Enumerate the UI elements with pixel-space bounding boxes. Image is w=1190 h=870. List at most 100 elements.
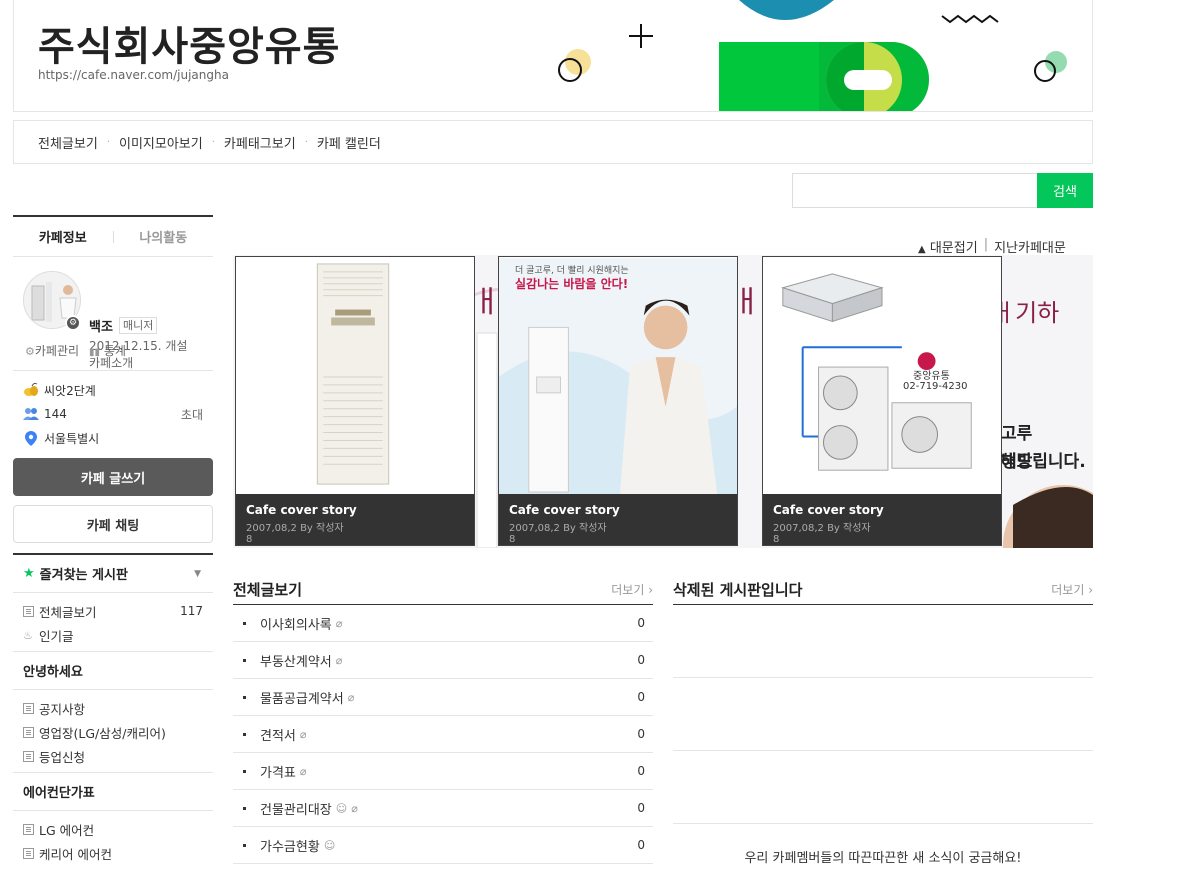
dealer-name: 중앙유통	[913, 371, 950, 382]
past-cover-link[interactable]: 지난카페대문	[994, 237, 1066, 256]
tab-cafe-info[interactable]: 카페정보	[13, 217, 113, 256]
table-row[interactable]: 이사회의사록 ⌀ 0	[233, 605, 653, 642]
board-post-count: 117	[180, 604, 203, 618]
post-title[interactable]: 부동산계약서	[260, 651, 332, 670]
menu-separator: ·	[304, 136, 308, 148]
cafe-menu-bar: 전체글보기 · 이미지모아보기 · 카페태그보기 · 카페 캘린더	[13, 120, 1093, 164]
table-row[interactable]: 물품공급계약서 ⌀ 0	[233, 679, 653, 716]
menu-all-posts[interactable]: 전체글보기	[38, 133, 98, 152]
board-carrier-aircon[interactable]: 케리어 에어컨	[13, 841, 213, 865]
manager-name[interactable]: 백조	[89, 316, 113, 335]
cover-card-title: Cafe cover story	[773, 503, 884, 517]
stats-link[interactable]: ▮▮ 통계	[89, 342, 126, 359]
cafe-chat-button[interactable]: 카페 채팅	[13, 505, 213, 543]
cover-card-title: Cafe cover story	[246, 503, 357, 517]
star-icon: ★	[23, 566, 35, 581]
cover-card-caption: Cafe cover story 2007,08,2 By 작성자 8	[236, 494, 474, 545]
fold-cover-link[interactable]: ▲ 대문접기	[918, 237, 978, 256]
form-icon	[23, 750, 34, 762]
post-title[interactable]: 물품공급계약서	[260, 688, 344, 707]
cover-card-title: Cafe cover story	[509, 503, 620, 517]
cover-card[interactable]: Cafe cover story 2007,08,2 By 작성자 8	[235, 256, 475, 546]
board-icon	[23, 726, 34, 738]
board-popular[interactable]: ♨ 인기글	[13, 623, 213, 647]
dealer-phone: 02-719-4230	[903, 381, 968, 392]
table-row[interactable]: 가수금현황 ☺ 0	[233, 827, 653, 864]
board-levelup[interactable]: 등업신청	[13, 744, 213, 768]
chevron-right-icon: ›	[648, 583, 653, 597]
empty-row	[673, 678, 1093, 751]
tab-my-activity[interactable]: 나의활동	[114, 217, 214, 256]
more-link[interactable]: 더보기 ›	[1051, 581, 1093, 598]
invite-link[interactable]: 초대	[181, 406, 203, 423]
cover-card[interactable]: 중앙유통 02-719-4230 Cafe cover story 2007,0…	[762, 256, 1002, 546]
cafe-manage-link[interactable]: ⚙카페관리	[25, 342, 79, 359]
cover-card-number: 8	[246, 534, 253, 545]
sidebar-boards: ★ 즐겨찾는 게시판 ▼ 전체글보기 117 ♨ 인기글 안녕하세요 공지사항 …	[13, 553, 213, 869]
cover-script-text: ㅐ기하	[993, 299, 1060, 327]
more-link[interactable]: 더보기 ›	[611, 581, 653, 598]
deleted-board: 삭제된 게시판입니다 더보기 › 우리 카페멤버들의 따끈따끈한 새 소식이 궁…	[673, 575, 1093, 866]
bullet	[243, 732, 246, 736]
board-title: 삭제된 게시판입니다	[673, 581, 803, 599]
board-all-posts[interactable]: 전체글보기 117	[13, 599, 213, 623]
post-title[interactable]: 건물관리대장	[260, 799, 332, 818]
cover-card[interactable]: 더 골고루, 더 빨리 시원해지는 실감나는 바람을 안다! Cafe cove…	[498, 256, 738, 546]
write-post-button[interactable]: 카페 글쓰기	[13, 458, 213, 496]
post-title[interactable]: 견적서	[260, 725, 296, 744]
comment-count: 0	[637, 838, 645, 852]
members-icon	[23, 406, 39, 422]
cafe-title[interactable]: 주식회사중앙유통	[38, 14, 340, 72]
cafe-level[interactable]: 씨앗2단계	[13, 378, 213, 402]
board-group-title: 에어컨단가표	[13, 773, 213, 811]
empty-row	[673, 605, 1093, 678]
board-branches[interactable]: 영업장(LG/삼성/캐리어)	[13, 720, 213, 744]
triangle-up-icon: ▲	[918, 244, 926, 255]
header-decoration	[558, 0, 1067, 111]
post-title[interactable]: 이사회의사록	[260, 614, 332, 633]
attachment-icon: ⌀	[347, 690, 355, 704]
flame-icon: ♨	[23, 628, 33, 642]
favorite-boards-header[interactable]: ★ 즐겨찾는 게시판 ▼	[13, 553, 213, 593]
comment-count: 0	[637, 690, 645, 704]
menu-separator: ·	[211, 136, 215, 148]
post-title[interactable]: 가격표	[260, 762, 296, 781]
search-button[interactable]: 검색	[1037, 173, 1093, 208]
all-posts-board: 전체글보기 더보기 › 이사회의사록 ⌀ 0 부동산계약서 ⌀ 0 물품공급계약서 ⌀ 0 견적서…	[233, 575, 653, 864]
emoticon-icon: ☺	[335, 801, 348, 815]
seed-icon	[23, 382, 39, 398]
attachment-icon: ⌀	[335, 616, 343, 630]
comment-count: 0	[637, 764, 645, 778]
board-title[interactable]: 전체글보기	[233, 579, 302, 600]
ceiling-aircon-image	[763, 257, 1001, 495]
sidebar-tabs: 카페정보 나의활동	[13, 215, 213, 257]
post-list: 이사회의사록 ⌀ 0 부동산계약서 ⌀ 0 물품공급계약서 ⌀ 0 견적서 ⌀ 0 가격표 ⌀ 0 건물관리대…	[233, 605, 653, 864]
cover-card-meta: 2007,08,2 By 작성자	[509, 523, 607, 534]
board-notice[interactable]: 공지사항	[13, 696, 213, 720]
table-row[interactable]: 견적서 ⌀ 0	[233, 716, 653, 753]
member-count[interactable]: 144 초대	[13, 402, 213, 426]
board-group-list: LG 에어컨 케리어 에어컨	[13, 811, 213, 869]
search-input[interactable]	[792, 173, 1038, 208]
menu-separator: ·	[106, 136, 110, 148]
menu-image-gallery[interactable]: 이미지모아보기	[119, 133, 203, 152]
menu-calendar[interactable]: 카페 캘린더	[317, 133, 381, 152]
cover-text-1: 고루	[1001, 424, 1033, 444]
cover-card-number: 8	[509, 534, 516, 545]
empty-board-message: 우리 카페멤버들의 따끈따끈한 새 소식이 궁금해요!	[744, 851, 1022, 866]
cover-card-caption: Cafe cover story 2007,08,2 By 작성자 8	[763, 494, 1001, 545]
table-row[interactable]: 부동산계약서 ⌀ 0	[233, 642, 653, 679]
post-title[interactable]: 가수금현황	[260, 836, 320, 855]
favorite-boards-list: 전체글보기 117 ♨ 인기글	[13, 593, 213, 652]
board-lg-aircon[interactable]: LG 에어컨	[13, 817, 213, 841]
cafe-location: 서울특별시	[13, 426, 213, 450]
board-header: 전체글보기 더보기 ›	[233, 575, 653, 605]
cafe-admin-links: ⚙카페관리 ▮▮ 통계	[25, 342, 126, 359]
cafe-header: 주식회사중앙유통 https://cafe.naver.com/jujangha	[13, 0, 1093, 112]
table-row[interactable]: 가격표 ⌀ 0	[233, 753, 653, 790]
bullet	[243, 843, 246, 847]
cafe-url[interactable]: https://cafe.naver.com/jujangha	[38, 68, 229, 82]
table-row[interactable]: 건물관리대장 ☺ ⌀ 0	[233, 790, 653, 827]
comment-count: 0	[637, 801, 645, 815]
menu-tags[interactable]: 카페태그보기	[224, 133, 296, 152]
